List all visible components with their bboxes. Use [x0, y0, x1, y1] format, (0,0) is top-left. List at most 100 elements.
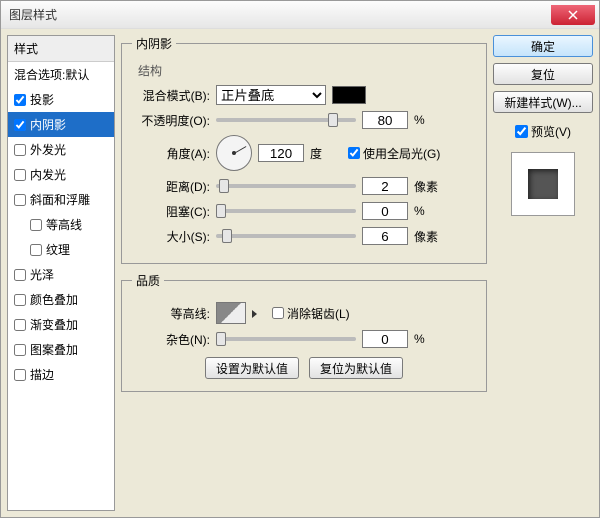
size-slider[interactable] [216, 234, 356, 238]
distance-unit: 像素 [414, 178, 446, 195]
preview-thumbnail [511, 152, 575, 216]
style-item-label: 颜色叠加 [30, 291, 78, 308]
style-checkbox[interactable] [14, 319, 26, 331]
style-checkbox[interactable] [14, 194, 26, 206]
angle-unit: 度 [310, 145, 342, 162]
opacity-unit: % [414, 113, 446, 127]
style-checkbox[interactable] [14, 94, 26, 106]
style-item[interactable]: 图案叠加 [8, 337, 114, 362]
close-icon [568, 10, 578, 20]
style-checkbox[interactable] [14, 144, 26, 156]
style-item[interactable]: 渐变叠加 [8, 312, 114, 337]
style-item-label: 光泽 [30, 266, 54, 283]
style-checkbox[interactable] [14, 119, 26, 131]
style-item[interactable]: 等高线 [8, 212, 114, 237]
style-item-label: 渐变叠加 [30, 316, 78, 333]
style-item[interactable]: 颜色叠加 [8, 287, 114, 312]
opacity-row: 不透明度(O): % [132, 110, 476, 130]
contour-label: 等高线: [132, 305, 210, 322]
preview-checkbox[interactable]: 预览(V) [493, 123, 593, 140]
titlebar: 图层样式 [1, 1, 599, 29]
style-checkbox[interactable] [14, 294, 26, 306]
right-panel: 确定 复位 新建样式(W)... 预览(V) [493, 35, 593, 511]
choke-row: 阻塞(C): % [132, 201, 476, 221]
color-swatch[interactable] [332, 86, 366, 104]
ok-button[interactable]: 确定 [493, 35, 593, 57]
blend-mode-label: 混合模式(B): [132, 87, 210, 104]
style-checkbox[interactable] [14, 369, 26, 381]
blend-mode-row: 混合模式(B): 正片叠底 [132, 85, 476, 105]
distance-label: 距离(D): [132, 178, 210, 195]
style-item-label: 等高线 [46, 216, 82, 233]
style-item[interactable]: 内阴影 [8, 112, 114, 137]
angle-dial[interactable] [216, 135, 252, 171]
style-checkbox[interactable] [14, 169, 26, 181]
noise-slider[interactable] [216, 337, 356, 341]
styles-panel: 样式 混合选项:默认投影内阴影外发光内发光斜面和浮雕等高线纹理光泽颜色叠加渐变叠… [7, 35, 115, 511]
layer-style-dialog: 图层样式 样式 混合选项:默认投影内阴影外发光内发光斜面和浮雕等高线纹理光泽颜色… [0, 0, 600, 518]
style-checkbox[interactable] [30, 219, 42, 231]
quality-label: 品质 [132, 272, 164, 289]
global-light-checkbox[interactable]: 使用全局光(G) [348, 145, 440, 162]
distance-row: 距离(D): 像素 [132, 176, 476, 196]
close-button[interactable] [551, 5, 595, 25]
choke-input[interactable] [362, 202, 408, 220]
style-item[interactable]: 描边 [8, 362, 114, 387]
style-checkbox[interactable] [14, 344, 26, 356]
make-default-button[interactable]: 设置为默认值 [205, 357, 299, 379]
styles-header: 样式 [8, 36, 114, 62]
size-input[interactable] [362, 227, 408, 245]
opacity-slider[interactable] [216, 118, 356, 122]
noise-row: 杂色(N): % [132, 329, 476, 349]
styles-list: 混合选项:默认投影内阴影外发光内发光斜面和浮雕等高线纹理光泽颜色叠加渐变叠加图案… [8, 62, 114, 510]
style-checkbox[interactable] [14, 269, 26, 281]
contour-picker[interactable] [216, 302, 246, 324]
style-item-label: 混合选项:默认 [14, 66, 89, 83]
style-item-label: 纹理 [46, 241, 70, 258]
style-item-label: 内阴影 [30, 116, 66, 133]
style-item-label: 描边 [30, 366, 54, 383]
style-item[interactable]: 外发光 [8, 137, 114, 162]
choke-label: 阻塞(C): [132, 203, 210, 220]
noise-input[interactable] [362, 330, 408, 348]
defaults-buttons: 设置为默认值 复位为默认值 [132, 357, 476, 379]
noise-label: 杂色(N): [132, 331, 210, 348]
style-item[interactable]: 内发光 [8, 162, 114, 187]
preview-swatch [528, 169, 558, 199]
size-row: 大小(S): 像素 [132, 226, 476, 246]
reset-default-button[interactable]: 复位为默认值 [309, 357, 403, 379]
cancel-button[interactable]: 复位 [493, 63, 593, 85]
style-item[interactable]: 光泽 [8, 262, 114, 287]
distance-input[interactable] [362, 177, 408, 195]
style-item[interactable]: 投影 [8, 87, 114, 112]
angle-row: 角度(A): 度 使用全局光(G) [132, 135, 476, 171]
structure-label: 结构 [138, 62, 476, 79]
content-area: 样式 混合选项:默认投影内阴影外发光内发光斜面和浮雕等高线纹理光泽颜色叠加渐变叠… [1, 29, 599, 517]
style-item[interactable]: 混合选项:默认 [8, 62, 114, 87]
size-unit: 像素 [414, 228, 446, 245]
style-checkbox[interactable] [30, 244, 42, 256]
antialias-checkbox[interactable]: 消除锯齿(L) [272, 305, 350, 322]
style-item-label: 图案叠加 [30, 341, 78, 358]
section-title: 内阴影 [132, 35, 176, 52]
quality-fieldset: 品质 等高线: 消除锯齿(L) 杂色(N): % 设置为默认值 [121, 272, 487, 392]
choke-unit: % [414, 204, 446, 218]
style-item[interactable]: 纹理 [8, 237, 114, 262]
choke-slider[interactable] [216, 209, 356, 213]
style-item-label: 斜面和浮雕 [30, 191, 90, 208]
style-item-label: 投影 [30, 91, 54, 108]
window-title: 图层样式 [9, 6, 57, 23]
angle-input[interactable] [258, 144, 304, 162]
new-style-button[interactable]: 新建样式(W)... [493, 91, 593, 113]
noise-unit: % [414, 332, 446, 346]
angle-label: 角度(A): [132, 145, 210, 162]
distance-slider[interactable] [216, 184, 356, 188]
style-item[interactable]: 斜面和浮雕 [8, 187, 114, 212]
style-item-label: 内发光 [30, 166, 66, 183]
style-item-label: 外发光 [30, 141, 66, 158]
blend-mode-select[interactable]: 正片叠底 [216, 85, 326, 105]
inner-shadow-fieldset: 内阴影 结构 混合模式(B): 正片叠底 不透明度(O): % 角度(A) [121, 35, 487, 264]
settings-panel: 内阴影 结构 混合模式(B): 正片叠底 不透明度(O): % 角度(A) [121, 35, 487, 511]
size-label: 大小(S): [132, 228, 210, 245]
opacity-input[interactable] [362, 111, 408, 129]
